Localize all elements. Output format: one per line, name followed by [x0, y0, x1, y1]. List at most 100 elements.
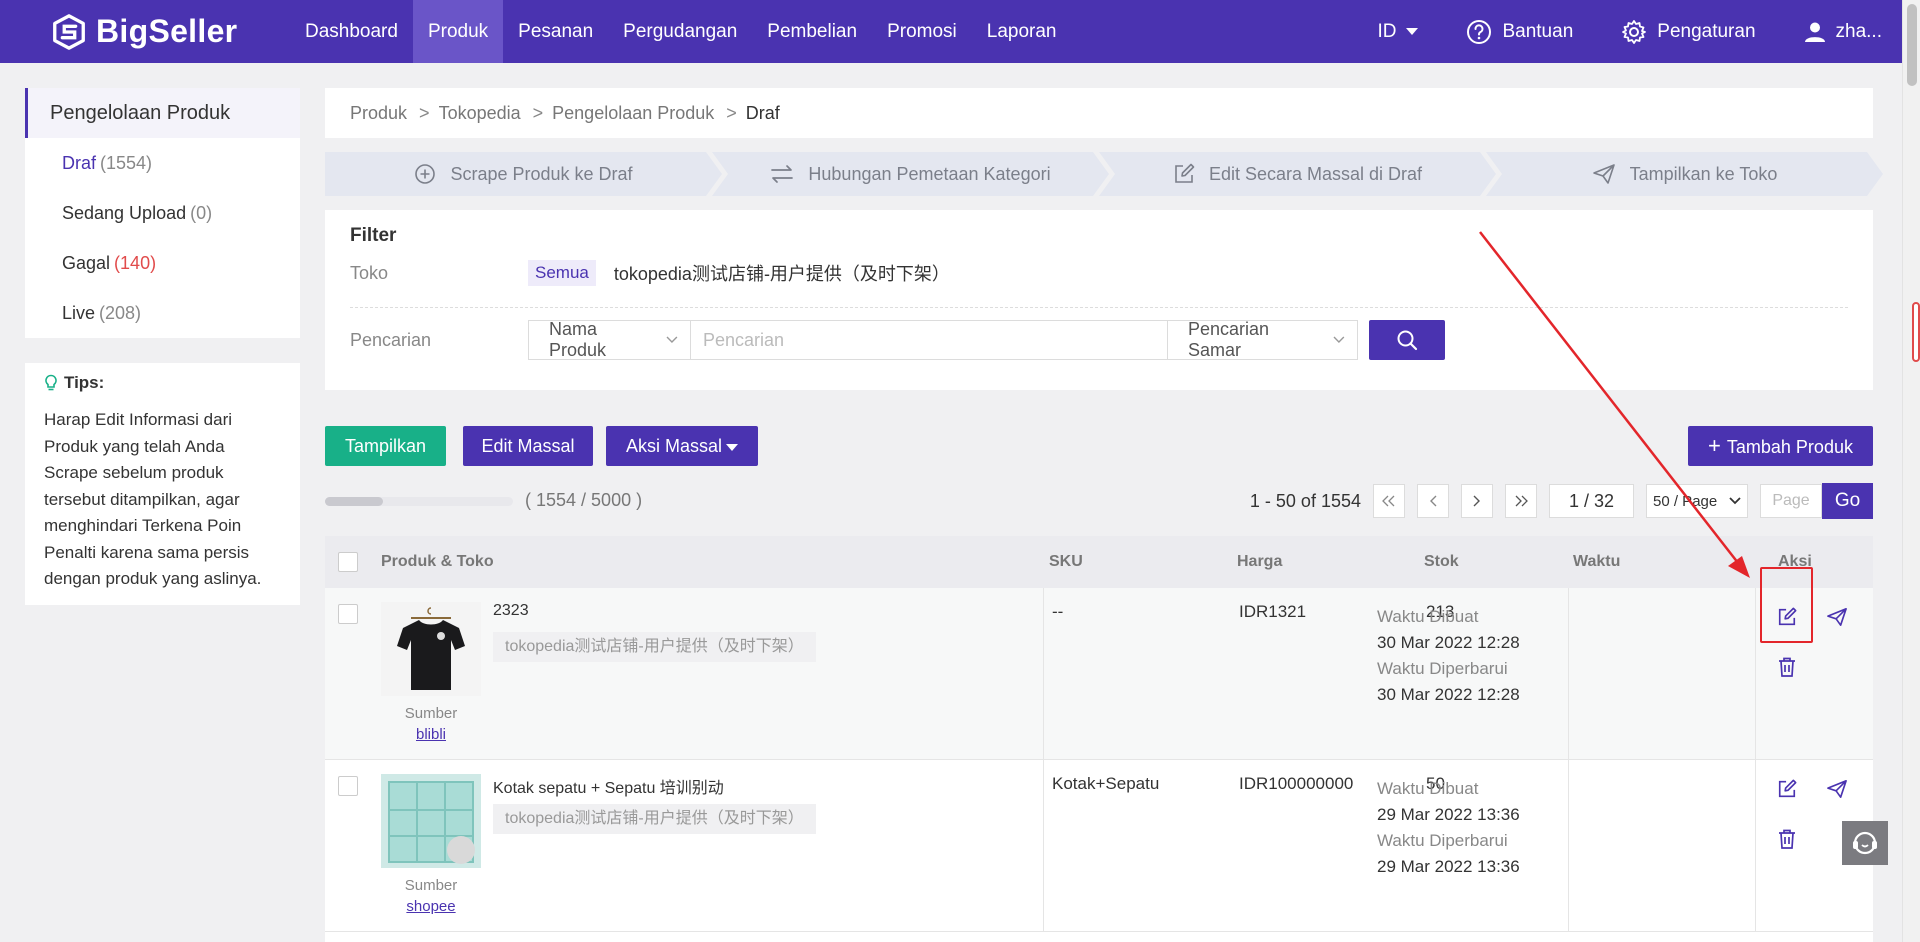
step-publish[interactable]: Tampilkan ke Toko [1486, 152, 1883, 196]
pagination-range: 1 - 50 of 1554 [1249, 490, 1361, 511]
created-label: Waktu Dibuat [1377, 607, 1479, 626]
source-link[interactable]: shopee [381, 898, 481, 915]
edit-product-button[interactable] [1773, 775, 1801, 803]
sidebar-item-count: (1554) [100, 153, 153, 173]
send-icon [1592, 163, 1616, 185]
col-sku: SKU [1049, 553, 1083, 570]
sidebar-item-draf[interactable]: Draf (1554) [25, 138, 300, 188]
sidebar-item-live[interactable]: Live (208) [25, 288, 300, 338]
breadcrumb-item[interactable]: Produk [350, 103, 407, 124]
last-page-button[interactable] [1505, 484, 1537, 518]
source-link[interactable]: blibli [381, 726, 481, 743]
nav-produk[interactable]: Produk [412, 0, 504, 63]
select-all-checkbox[interactable] [338, 552, 358, 572]
bulk-edit-button[interactable]: Edit Massal [463, 426, 593, 466]
scrollbar-thumb[interactable] [1907, 4, 1917, 86]
product-store-tag: tokopedia测试店铺-用户提供（及时下架） [493, 804, 816, 834]
product-table: Produk & Toko SKU Harga Stok Waktu Aksi … [325, 536, 1873, 942]
source-label: Sumber [404, 877, 458, 894]
settings-link[interactable]: Pengaturan [1621, 19, 1756, 45]
plus-icon: + [1708, 433, 1721, 458]
search-button[interactable] [1369, 320, 1445, 360]
quota-progress-fill [325, 497, 384, 506]
sidebar-item-label: Sedang Upload [62, 203, 187, 223]
col-divider [1755, 760, 1756, 932]
col-divider [1568, 760, 1569, 932]
breadcrumb: Produk > Tokopedia > Pengelolaan Produk … [325, 88, 1873, 138]
nav-pesanan[interactable]: Pesanan [503, 0, 608, 63]
user-menu[interactable]: zha... [1804, 21, 1882, 43]
chat-headset-icon [1853, 831, 1877, 855]
publish-product-button[interactable] [1823, 775, 1851, 803]
store-filter-all[interactable]: Semua [528, 260, 596, 286]
nav-laporan[interactable]: Laporan [972, 0, 1072, 63]
sidebar-item-sedang-upload[interactable]: Sedang Upload (0) [25, 188, 300, 238]
page-scrollbar[interactable] [1902, 0, 1920, 942]
top-right-menu: ID Bantuan Pengaturan zha... [1329, 0, 1882, 63]
main-nav: Dashboard Produk Pesanan Pergudangan Pem… [290, 0, 1071, 63]
chevron-down-icon [1333, 336, 1345, 343]
publish-product-button[interactable] [1823, 603, 1851, 631]
product-price: IDR100000000 [1239, 774, 1354, 793]
row-checkbox[interactable] [338, 604, 358, 624]
quota-progress-bar [325, 497, 513, 506]
step-label: Tampilkan ke Toko [1629, 163, 1778, 184]
store-filter-option[interactable]: tokopedia测试店铺-用户提供（及时下架） [614, 260, 950, 286]
search-field-select[interactable]: Nama Produk [528, 319, 691, 360]
pagination: 1 - 50 of 1554 1 / 32 50 / Page Page Go [1250, 483, 1873, 519]
delete-product-button[interactable] [1773, 653, 1801, 681]
nav-promosi[interactable]: Promosi [872, 0, 972, 63]
product-sku: Kotak+Sepatu [1052, 774, 1160, 793]
next-page-button[interactable] [1461, 484, 1493, 518]
page-size-value: 50 / Page [1653, 492, 1718, 510]
tips-title: Tips: [64, 373, 105, 392]
edit-product-button[interactable] [1773, 603, 1801, 631]
nav-dashboard[interactable]: Dashboard [290, 0, 413, 63]
col-divider [1755, 588, 1756, 760]
logo[interactable]: BigSeller [50, 13, 290, 51]
language-selector[interactable]: ID [1377, 21, 1419, 43]
nav-pembelian[interactable]: Pembelian [752, 0, 872, 63]
product-image[interactable] [381, 774, 481, 868]
page-size-select[interactable]: 50 / Page [1646, 484, 1748, 518]
bulk-action-button[interactable]: Aksi Massal [606, 426, 758, 466]
step-category-mapping[interactable]: Hubungan Pemetaan Kategori [712, 152, 1109, 196]
breadcrumb-item[interactable]: Tokopedia [439, 103, 521, 124]
search-mode-select[interactable]: Pencarian Samar [1167, 319, 1358, 360]
breadcrumb-item[interactable]: Pengelolaan Produk [552, 103, 714, 124]
search-input[interactable] [691, 320, 1167, 360]
sidebar-item-gagal[interactable]: Gagal (140) [25, 238, 300, 288]
help-circle-icon [1467, 19, 1492, 44]
edit-icon [1173, 163, 1195, 185]
updated-label: Waktu Diperbarui [1377, 659, 1508, 678]
step-scrape[interactable]: Scrape Produk ke Draf [325, 152, 722, 196]
side-drawer-handle[interactable] [1912, 302, 1920, 362]
publish-button[interactable]: Tampilkan [325, 426, 446, 466]
add-product-button[interactable]: + Tambah Produk [1688, 426, 1873, 466]
goto-page-button[interactable]: Go [1822, 483, 1873, 519]
product-name[interactable]: 2323 [493, 602, 529, 620]
search-label: Pencarian [350, 329, 432, 350]
help-link[interactable]: Bantuan [1466, 19, 1573, 45]
row-checkbox[interactable] [338, 776, 358, 796]
user-icon [1804, 22, 1825, 42]
lightbulb-icon [45, 374, 57, 391]
caret-down-icon [726, 443, 739, 451]
breadcrumb-separator: > [532, 102, 544, 123]
step-label: Hubungan Pemetaan Kategori [808, 163, 1051, 184]
first-page-button[interactable] [1373, 484, 1405, 518]
bigseller-logo-icon [53, 13, 85, 50]
created-time: 29 Mar 2022 13:36 [1377, 805, 1520, 824]
chat-support-button[interactable] [1842, 821, 1888, 865]
step-bulk-edit[interactable]: Edit Secara Massal di Draf [1099, 152, 1496, 196]
nav-pergudangan[interactable]: Pergudangan [608, 0, 752, 63]
product-name[interactable]: Kotak sepatu + Sepatu 培训别动 [493, 774, 724, 798]
goto-page-input[interactable]: Page [1760, 484, 1822, 518]
product-image[interactable] [381, 602, 481, 696]
created-time: 30 Mar 2022 12:28 [1377, 633, 1520, 652]
search-row: Pencarian Nama Produk Pencarian Samar [350, 319, 1848, 360]
breadcrumb-separator: > [726, 102, 737, 123]
prev-page-button[interactable] [1417, 484, 1449, 518]
updated-time: 29 Mar 2022 13:36 [1377, 857, 1520, 876]
delete-product-button[interactable] [1773, 825, 1801, 853]
